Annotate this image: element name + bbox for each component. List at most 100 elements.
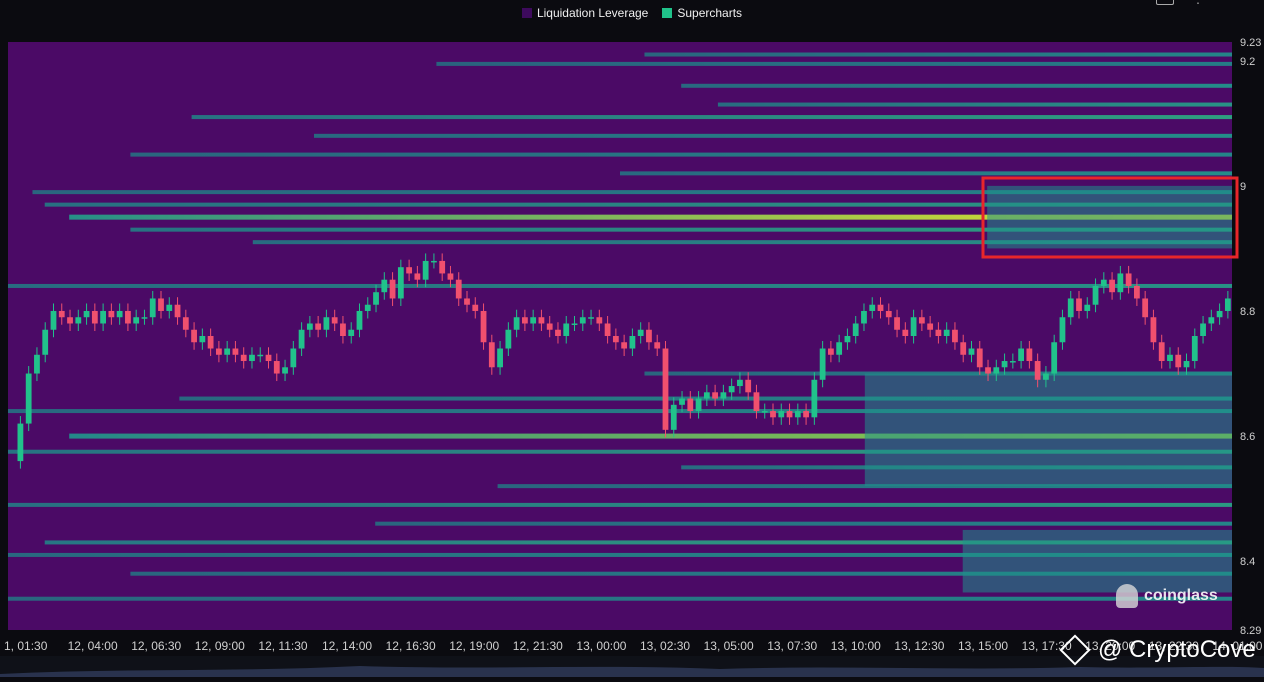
candle-body bbox=[621, 342, 628, 349]
candle-body bbox=[1009, 361, 1016, 363]
liquidation-heatmap-chart: 9.239.298.88.68.48.291, 01:30 12, 04:00 12… bbox=[4, 37, 1263, 653]
candle-body bbox=[513, 317, 520, 330]
x-tick-label: 12, 06:30 bbox=[131, 639, 181, 653]
candle-body bbox=[1142, 298, 1149, 318]
y-tick-label: 8.6 bbox=[1240, 431, 1255, 443]
candle-body bbox=[811, 379, 818, 418]
candle-body bbox=[50, 310, 57, 330]
candle-body bbox=[1191, 336, 1198, 362]
candle-body bbox=[282, 367, 288, 374]
candle-body bbox=[1158, 342, 1165, 362]
candle-body bbox=[373, 292, 379, 305]
x-tick-label: 1, 01:30 bbox=[4, 639, 48, 653]
liquidation-band bbox=[644, 52, 1232, 57]
candle-body bbox=[1109, 279, 1115, 293]
candle-body bbox=[770, 411, 776, 418]
candle-body bbox=[273, 361, 280, 374]
coinglass-text: coinglass bbox=[1144, 587, 1218, 604]
candle-body bbox=[340, 323, 346, 336]
candle-body bbox=[381, 279, 388, 293]
candle-body bbox=[1175, 354, 1182, 368]
candle-body bbox=[315, 323, 322, 330]
liquidation-band bbox=[620, 171, 1232, 176]
candle-body bbox=[364, 304, 371, 311]
candle-body bbox=[25, 373, 32, 424]
candle-body bbox=[133, 317, 140, 324]
candle-body bbox=[902, 329, 909, 336]
candle-body bbox=[530, 317, 537, 324]
candle-body bbox=[447, 273, 454, 280]
candle-body bbox=[257, 354, 264, 357]
candle-body bbox=[174, 304, 181, 318]
liquidation-band bbox=[8, 502, 1232, 507]
cryptocove-watermark: @ CryptoCove bbox=[1059, 634, 1256, 666]
candle-body bbox=[927, 323, 934, 330]
candle-body bbox=[497, 348, 503, 368]
candle-body bbox=[910, 317, 917, 336]
x-tick-label: 12, 04:00 bbox=[68, 639, 118, 653]
candle-body bbox=[1167, 354, 1173, 362]
candle-body bbox=[753, 392, 760, 412]
candle-body bbox=[976, 348, 983, 368]
candle-body bbox=[298, 329, 305, 349]
candle-body bbox=[761, 411, 768, 413]
coinglass-watermark: coinglass bbox=[1116, 584, 1218, 608]
y-tick-label: 9 bbox=[1240, 181, 1246, 193]
candle-body bbox=[894, 317, 900, 330]
candle-body bbox=[571, 323, 578, 325]
candle-body bbox=[464, 298, 470, 305]
x-tick-label: 13, 05:00 bbox=[704, 639, 754, 653]
liquidation-band bbox=[436, 61, 1232, 66]
candle-body bbox=[836, 342, 843, 355]
candle-body bbox=[952, 329, 958, 343]
candle-body bbox=[670, 404, 677, 430]
candle-body bbox=[1117, 273, 1124, 293]
liquidation-cluster bbox=[864, 373, 1232, 487]
candle-body bbox=[158, 298, 164, 311]
candle-body bbox=[1208, 317, 1215, 324]
x-tick-label: 13, 12:30 bbox=[894, 639, 944, 653]
candle-body bbox=[521, 317, 528, 324]
candle-body bbox=[100, 310, 107, 324]
candle-body bbox=[1026, 348, 1033, 362]
candle-body bbox=[17, 423, 24, 462]
x-tick-label: 13, 00:00 bbox=[576, 639, 626, 653]
candle-body bbox=[431, 260, 437, 263]
candle-body bbox=[687, 398, 694, 412]
coinglass-logo-icon bbox=[1116, 584, 1138, 608]
candle-body bbox=[1067, 298, 1074, 318]
x-tick-label: 12, 21:30 bbox=[513, 639, 563, 653]
candle-body bbox=[778, 411, 785, 418]
candle-body bbox=[323, 317, 330, 330]
candle-body bbox=[662, 348, 669, 430]
candle-body bbox=[943, 329, 950, 336]
candle-body bbox=[604, 323, 611, 336]
candle-body bbox=[596, 317, 603, 324]
candle-body bbox=[786, 411, 793, 418]
candle-body bbox=[166, 304, 173, 311]
candle-body bbox=[199, 336, 206, 343]
candle-body bbox=[505, 329, 512, 349]
liquidation-band bbox=[314, 133, 1232, 138]
candle-body bbox=[712, 392, 719, 399]
candle-body bbox=[1200, 323, 1206, 336]
candle-body bbox=[91, 310, 98, 324]
candle-body bbox=[563, 323, 570, 336]
candle-body bbox=[852, 323, 859, 336]
candle-body bbox=[306, 323, 313, 330]
candle-body bbox=[935, 329, 942, 336]
candle-body bbox=[83, 310, 90, 318]
candle-body bbox=[612, 336, 619, 343]
y-tick-label: 9.23 bbox=[1240, 37, 1261, 49]
x-tick-label: 13, 10:00 bbox=[831, 639, 881, 653]
candle-body bbox=[207, 336, 214, 349]
candle-body bbox=[588, 317, 594, 319]
candle-body bbox=[414, 273, 421, 280]
liquidation-band bbox=[375, 521, 1232, 526]
candle-body bbox=[182, 317, 189, 330]
candle-body bbox=[637, 329, 644, 336]
candle-body bbox=[794, 411, 801, 418]
candle-body bbox=[803, 411, 809, 418]
candle-body bbox=[406, 267, 413, 274]
x-tick-label: 13, 02:30 bbox=[640, 639, 690, 653]
